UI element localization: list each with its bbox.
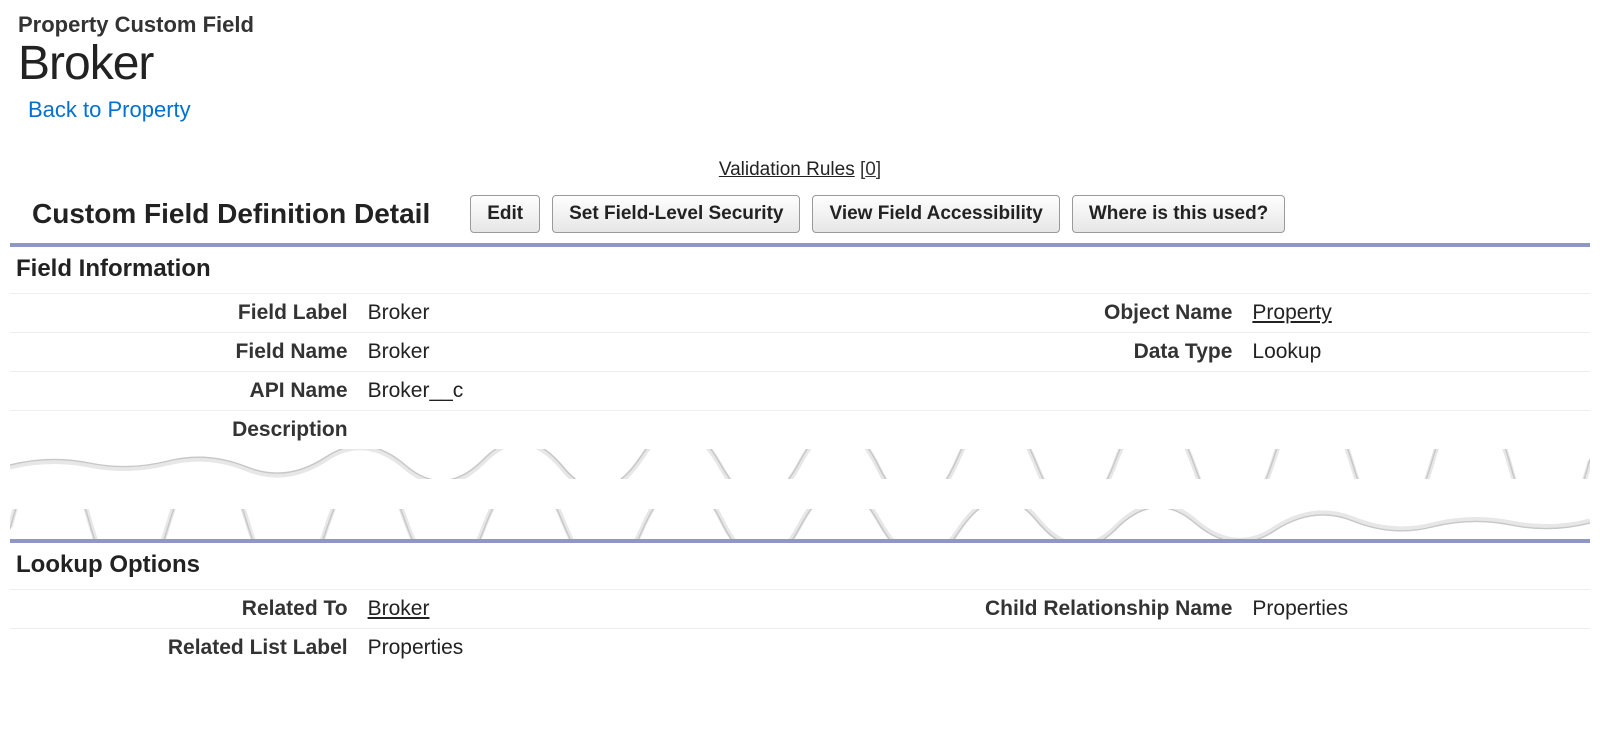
page-header: Property Custom Field Broker Back to Pro… (10, 8, 1590, 131)
related-list-label-value: Properties (358, 629, 927, 668)
data-type-value: Lookup (1242, 333, 1590, 372)
view-field-accessibility-button[interactable]: View Field Accessibility (812, 195, 1059, 233)
detail-header: Custom Field Definition Detail Edit Set … (10, 195, 1590, 243)
field-label-label: Field Label (10, 294, 358, 333)
page-title: Broker (18, 36, 1582, 91)
table-row: API Name Broker__c (10, 372, 1590, 411)
object-name-label: Object Name (926, 294, 1242, 333)
lookup-options-table: Related To Broker Child Relationship Nam… (10, 589, 1590, 667)
empty-value (1242, 629, 1590, 668)
validation-rules-count-link[interactable]: 0 (865, 159, 876, 180)
field-name-label: Field Name (10, 333, 358, 372)
validation-rules-row: Validation Rules [0] (10, 159, 1590, 181)
table-row: Related To Broker Child Relationship Nam… (10, 590, 1590, 629)
empty-label (926, 411, 1242, 450)
table-row: Field Name Broker Data Type Lookup (10, 333, 1590, 372)
api-name-value: Broker__c (358, 372, 927, 411)
empty-value (1242, 372, 1590, 411)
breadcrumb: Property Custom Field (18, 12, 1582, 38)
child-relationship-name-label: Child Relationship Name (926, 590, 1242, 629)
tear-bottom-icon (10, 509, 1590, 539)
back-to-property-link[interactable]: Back to Property (28, 97, 191, 123)
object-name-link[interactable]: Property (1252, 301, 1331, 324)
empty-label (926, 629, 1242, 668)
child-relationship-name-value: Properties (1242, 590, 1590, 629)
lookup-options-title: Lookup Options (10, 543, 1590, 589)
set-field-level-security-button[interactable]: Set Field-Level Security (552, 195, 800, 233)
detail-header-title: Custom Field Definition Detail (32, 198, 430, 230)
empty-value (1242, 411, 1590, 450)
related-to-label: Related To (10, 590, 358, 629)
tear-top-icon (10, 449, 1590, 479)
description-label: Description (10, 411, 358, 450)
validation-rules-link[interactable]: Validation Rules (719, 159, 855, 180)
edit-button[interactable]: Edit (470, 195, 540, 233)
table-row: Related List Label Properties (10, 629, 1590, 668)
table-row: Description (10, 411, 1590, 450)
related-list-label-label: Related List Label (10, 629, 358, 668)
field-name-value: Broker (358, 333, 927, 372)
empty-label (926, 372, 1242, 411)
related-to-link[interactable]: Broker (368, 597, 430, 620)
field-information-table: Field Label Broker Object Name Property … (10, 293, 1590, 449)
validation-rules-count-wrap: [0] (860, 159, 881, 180)
field-information-title: Field Information (10, 247, 1590, 293)
api-name-label: API Name (10, 372, 358, 411)
where-is-this-used-button[interactable]: Where is this used? (1072, 195, 1285, 233)
description-value (358, 411, 927, 450)
table-row: Field Label Broker Object Name Property (10, 294, 1590, 333)
data-type-label: Data Type (926, 333, 1242, 372)
torn-paper-gap (10, 449, 1590, 539)
field-label-value: Broker (358, 294, 927, 333)
button-row: Edit Set Field-Level Security View Field… (470, 195, 1582, 233)
